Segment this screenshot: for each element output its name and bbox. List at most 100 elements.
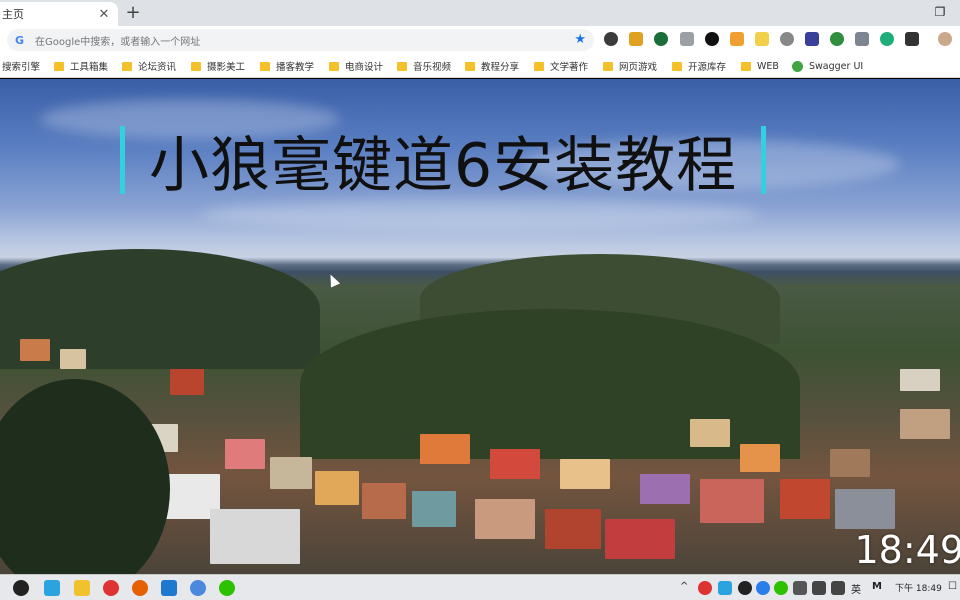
folder-icon (603, 61, 613, 71)
battery-icon[interactable] (812, 581, 826, 595)
bookmark-folder[interactable]: 开源库存 (672, 59, 726, 73)
telegram-icon[interactable] (44, 580, 60, 596)
bookmark-label: 文学著作 (550, 62, 589, 73)
bookmarks-bar: 搜索引擎 工具箱集 论坛资讯 摄影美工 播客教学 电商设计 音乐视频 教程分享 … (0, 54, 960, 78)
extension-icon[interactable] (830, 32, 844, 46)
bookmark-swagger[interactable]: Swagger UI (792, 59, 863, 73)
extension-icon[interactable] (805, 32, 819, 46)
mouse-cursor-icon (325, 272, 341, 288)
bookmark-folder[interactable]: 教程分享 (465, 59, 519, 73)
tab-title: 主页 (2, 8, 24, 21)
house (640, 474, 690, 504)
bookmark-folder[interactable]: 播客教学 (260, 59, 314, 73)
page-title: 小狼毫键道6安装教程 (149, 130, 738, 201)
extension-icon[interactable] (705, 32, 719, 46)
cloud (200, 199, 760, 229)
tray-qq-icon[interactable] (738, 581, 752, 595)
chrome-icon[interactable] (190, 580, 206, 596)
bookmark-label: 论坛资讯 (138, 62, 177, 73)
tray-app-icon[interactable] (756, 581, 770, 595)
extension-icon[interactable] (880, 32, 894, 46)
extension-icon[interactable] (604, 32, 618, 46)
extension-icon[interactable] (654, 32, 668, 46)
firefox-icon[interactable] (132, 580, 148, 596)
bookmark-label: 电商设计 (345, 62, 384, 73)
tray-wechat-icon[interactable] (774, 581, 788, 595)
tray-weibo-icon[interactable] (698, 581, 712, 595)
taskbar: ^ 英 M 下午 18:49 ☐ (0, 574, 960, 600)
qq-icon[interactable] (13, 580, 29, 596)
extension-icon[interactable] (780, 32, 794, 46)
close-icon[interactable]: ✕ (96, 6, 112, 22)
folder-icon (672, 61, 682, 71)
taskbar-clock[interactable]: 下午 18:49 (895, 581, 942, 594)
house (900, 369, 940, 391)
house (545, 509, 601, 549)
file-explorer-icon[interactable] (74, 580, 90, 596)
bookmark-label: 教程分享 (481, 62, 520, 73)
house (20, 339, 50, 361)
bookmark-label: WEB (757, 60, 779, 72)
house (835, 489, 895, 529)
vscode-icon[interactable] (161, 580, 177, 596)
wechat-icon[interactable] (219, 580, 235, 596)
tab-home[interactable]: 主页 ✕ (0, 2, 118, 26)
folder-icon (329, 61, 339, 71)
house (700, 479, 764, 523)
bookmark-label: 播客教学 (276, 62, 315, 73)
bookmark-folder[interactable]: 搜索引擎 (2, 59, 40, 73)
bookmark-folder[interactable]: 摄影美工 (191, 59, 245, 73)
house (475, 499, 535, 539)
ime-language[interactable]: 英 (851, 581, 861, 596)
show-hidden-icons-button[interactable]: ^ (680, 581, 688, 592)
bookmark-label: 摄影美工 (207, 62, 246, 73)
ime-mode[interactable]: M (872, 581, 882, 592)
bookmark-star-icon[interactable]: ★ (574, 32, 586, 47)
extension-icon[interactable] (730, 32, 744, 46)
bookmark-folder[interactable]: 音乐视频 (397, 59, 451, 73)
bookmark-folder[interactable]: WEB (741, 59, 779, 73)
house (225, 439, 265, 469)
new-tab-button[interactable]: + (123, 4, 143, 22)
house (490, 449, 540, 479)
tray-telegram-icon[interactable] (718, 581, 732, 595)
accent-bar-right (761, 126, 767, 194)
qr-code-icon[interactable] (905, 32, 919, 46)
folder-icon (260, 61, 270, 71)
bookmark-folder[interactable]: 网页游戏 (603, 59, 657, 73)
weibo-icon[interactable] (103, 580, 119, 596)
notification-icon[interactable]: ☐ (948, 581, 957, 592)
extension-icon[interactable] (855, 32, 869, 46)
house (560, 459, 610, 489)
address-bar-placeholder: 在Google中搜索，或者输入一个网址 (35, 36, 201, 48)
folder-icon (122, 61, 132, 71)
display-icon[interactable] (793, 581, 807, 595)
extension-icon[interactable] (680, 32, 694, 46)
house (740, 444, 780, 472)
extension-icon[interactable] (629, 32, 643, 46)
browser-toolbar: G 在Google中搜索，或者输入一个网址 ★ (0, 26, 960, 54)
house (60, 349, 86, 369)
bookmark-label: 音乐视频 (413, 62, 452, 73)
folder-icon (741, 61, 751, 71)
folder-icon (54, 61, 64, 71)
avatar[interactable] (938, 32, 952, 46)
house (780, 479, 830, 519)
house (210, 509, 300, 564)
address-bar[interactable]: G 在Google中搜索，或者输入一个网址 ★ (7, 29, 594, 51)
volume-icon[interactable] (831, 581, 845, 595)
swagger-icon (792, 60, 803, 72)
folder-icon (534, 61, 544, 71)
house (690, 419, 730, 447)
headline: 小狼毫键道6安装教程 (120, 124, 767, 201)
bookmark-folder[interactable]: 电商设计 (329, 59, 383, 73)
extension-icon[interactable] (755, 32, 769, 46)
bookmark-folder[interactable]: 文学著作 (534, 59, 588, 73)
folder-icon (397, 61, 407, 71)
house (270, 457, 312, 489)
restore-window-button[interactable]: ❐ (928, 3, 952, 21)
tree (0, 379, 170, 574)
bookmark-folder[interactable]: 工具箱集 (54, 59, 108, 73)
bookmark-folder[interactable]: 论坛资讯 (122, 59, 176, 73)
house (362, 483, 406, 519)
